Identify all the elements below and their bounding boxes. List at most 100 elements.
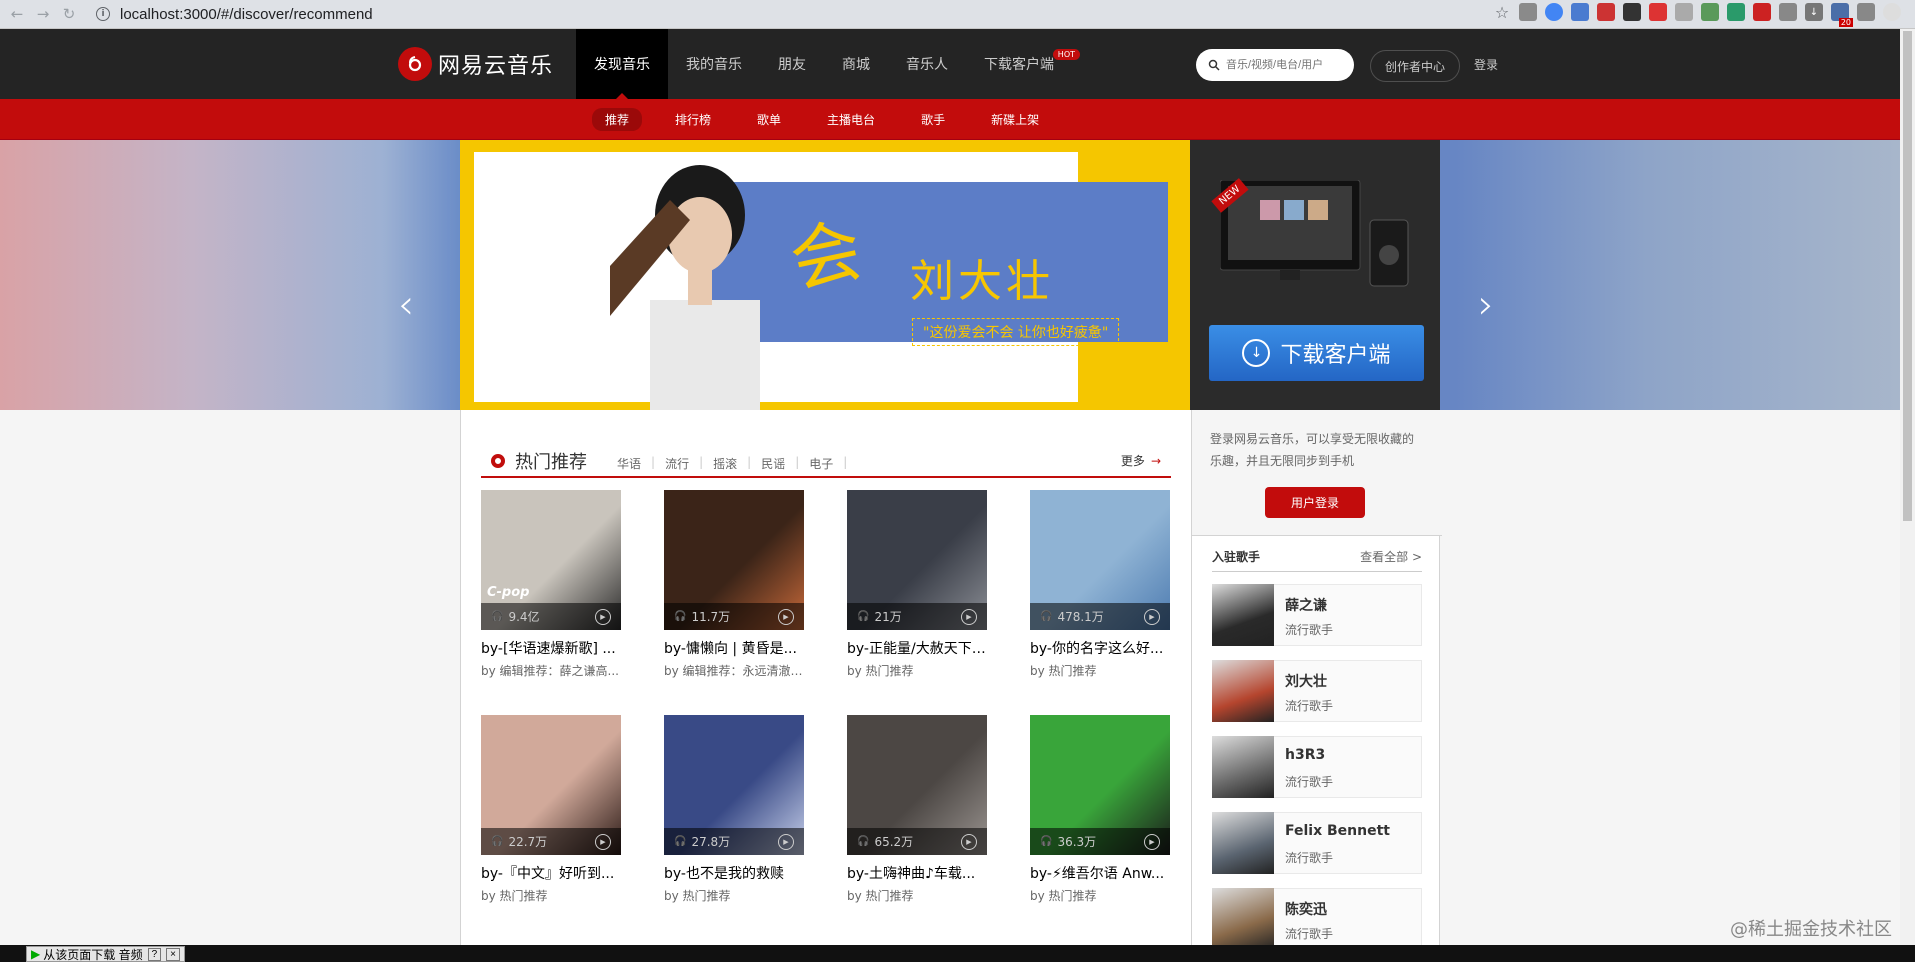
view-all-singers-link[interactable]: 查看全部 > [1360, 548, 1422, 565]
playlist-cover[interactable]: 🎧 36.3万 ▶ [1030, 715, 1170, 855]
banner-image[interactable]: 会 刘大壮 "这份爱会不会 让你也好疲惫" [460, 140, 1190, 410]
scrollbar[interactable] [1900, 29, 1915, 962]
subnav-playlist[interactable]: 歌单 [744, 108, 794, 131]
help-icon[interactable]: ? [147, 947, 162, 961]
banner-prev-arrow-icon[interactable]: ‹ [398, 285, 414, 325]
playlist-card[interactable]: 🎧 478.1万 ▶ by-你的名字这么好... by 热门推荐 [1030, 490, 1170, 679]
playlist-title[interactable]: by-土嗨神曲♪车载... [847, 863, 987, 883]
playlist-title[interactable]: by-慵懒向 | 黄昏是... [664, 638, 804, 658]
download-icon[interactable]: ↓ [1805, 3, 1823, 21]
extension-icon[interactable] [1519, 3, 1537, 21]
more-link[interactable]: 更多 → [1121, 452, 1161, 469]
extension-icon[interactable] [1779, 3, 1797, 21]
address-bar[interactable]: localhost:3000/#/discover/recommend [120, 6, 373, 23]
extension-icon[interactable] [1623, 3, 1641, 21]
avatar[interactable] [1883, 3, 1901, 21]
tag-chinese[interactable]: 华语 [607, 455, 651, 472]
playlist-cover[interactable]: 🎧 27.8万 ▶ [664, 715, 804, 855]
search-input[interactable] [1226, 59, 1346, 71]
site-info-icon[interactable]: i [96, 7, 110, 21]
playlist-cover[interactable]: 🎧 22.7万 ▶ [481, 715, 621, 855]
scroll-thumb[interactable] [1903, 31, 1912, 521]
extension-icon[interactable] [1545, 3, 1563, 21]
nav-friends[interactable]: 朋友 [760, 29, 824, 99]
banner-next-arrow-icon[interactable]: › [1478, 285, 1494, 325]
play-icon[interactable]: ▶ [1144, 609, 1160, 625]
playlist-title[interactable]: by-你的名字这么好... [1030, 638, 1170, 658]
playlist-card[interactable]: 🎧 36.3万 ▶ by-⚡维吾尔语 Anw... by 热门推荐 [1030, 715, 1170, 904]
play-icon[interactable]: ▶ [595, 609, 611, 625]
back-icon[interactable]: ← [6, 3, 28, 25]
playlist-card[interactable]: 🎧 11.7万 ▶ by-慵懒向 | 黄昏是... by 编辑推荐：永远清澈 ... [664, 490, 804, 679]
playlist-author[interactable]: by 热门推荐 [847, 662, 987, 679]
subnav-album[interactable]: 新碟上架 [978, 108, 1052, 131]
user-login-button[interactable]: 用户登录 [1265, 487, 1365, 518]
singer-item[interactable]: h3R3 流行歌手 [1212, 736, 1422, 798]
playlist-card[interactable]: 🎧 22.7万 ▶ by-『中文』好听到... by 热门推荐 [481, 715, 621, 904]
download-tool-bar[interactable]: ▶ 从该页面下载 音频 ? × [26, 946, 185, 962]
extension-icon[interactable] [1597, 3, 1615, 21]
extension-icon[interactable]: 20 [1831, 3, 1853, 27]
play-icon[interactable]: ▶ [595, 834, 611, 850]
download-client-button[interactable]: ↓ 下载客户端 [1209, 325, 1424, 381]
play-icon[interactable]: ▶ [961, 834, 977, 850]
playlist-cover[interactable]: C-pop 🎧 9.4亿 ▶ [481, 490, 621, 630]
playlist-title[interactable]: by-也不是我的救赎 [664, 863, 804, 883]
nav-mall[interactable]: 商城 [824, 29, 888, 99]
tag-pop[interactable]: 流行 [655, 455, 699, 472]
extension-icon[interactable] [1675, 3, 1693, 21]
subnav-recommend[interactable]: 推荐 [592, 108, 643, 131]
nav-discover[interactable]: 发现音乐 [576, 29, 668, 99]
playlist-title[interactable]: by-『中文』好听到... [481, 863, 621, 883]
play-icon[interactable]: ▶ [1144, 834, 1160, 850]
subnav-djradio[interactable]: 主播电台 [814, 108, 888, 131]
playlist-card[interactable]: C-pop 🎧 9.4亿 ▶ by-[华语速爆新歌] ... by 编辑推荐：薛之谦高..… [481, 490, 621, 679]
tag-electronic[interactable]: 电子 [799, 455, 843, 472]
playlist-card[interactable]: 🎧 21万 ▶ by-正能量/大赦天下/... by 热门推荐 [847, 490, 987, 679]
singer-item[interactable]: 陈奕迅 流行歌手 [1212, 888, 1422, 950]
extension-icon[interactable] [1753, 3, 1771, 21]
playlist-author[interactable]: by 编辑推荐：永远清澈 ... [664, 662, 804, 679]
reload-icon[interactable]: ↻ [58, 3, 80, 25]
playlist-author[interactable]: by 热门推荐 [481, 887, 621, 904]
tag-rock[interactable]: 摇滚 [703, 455, 747, 472]
logo[interactable]: 网易云音乐 [398, 47, 553, 81]
singer-item[interactable]: Felix Bennett 流行歌手 [1212, 812, 1422, 874]
playlist-title[interactable]: by-[华语速爆新歌] ... [481, 638, 621, 658]
playlist-author[interactable]: by 编辑推荐：薛之谦高... [481, 662, 621, 679]
playlist-author[interactable]: by 热门推荐 [1030, 662, 1170, 679]
hot-recommend-title[interactable]: 热门推荐 [515, 448, 587, 474]
subnav-artist[interactable]: 歌手 [908, 108, 958, 131]
search-box[interactable] [1196, 49, 1354, 81]
subnav-toplist[interactable]: 排行榜 [662, 108, 724, 131]
nav-musician[interactable]: 音乐人 [888, 29, 966, 99]
playlist-title[interactable]: by-正能量/大赦天下/... [847, 638, 987, 658]
playlist-author[interactable]: by 热门推荐 [847, 887, 987, 904]
extension-icon[interactable] [1649, 3, 1667, 21]
extension-icon[interactable] [1727, 3, 1745, 21]
bookmark-star-icon[interactable]: ☆ [1493, 3, 1511, 22]
singer-item[interactable]: 刘大壮 流行歌手 [1212, 660, 1422, 722]
playlist-cover[interactable]: 🎧 478.1万 ▶ [1030, 490, 1170, 630]
play-icon[interactable]: ▶ [961, 609, 977, 625]
playlist-card[interactable]: 🎧 65.2万 ▶ by-土嗨神曲♪车载... by 热门推荐 [847, 715, 987, 904]
nav-my-music[interactable]: 我的音乐 [668, 29, 760, 99]
playlist-card[interactable]: 🎧 27.8万 ▶ by-也不是我的救赎 by 热门推荐 [664, 715, 804, 904]
forward-icon[interactable]: → [32, 3, 54, 25]
play-icon[interactable]: ▶ [778, 834, 794, 850]
playlist-cover[interactable]: 🎧 65.2万 ▶ [847, 715, 987, 855]
playlist-cover[interactable]: 🎧 11.7万 ▶ [664, 490, 804, 630]
extension-icon[interactable] [1571, 3, 1589, 21]
extension-icon[interactable] [1701, 3, 1719, 21]
creator-center-button[interactable]: 创作者中心 [1370, 50, 1460, 82]
puzzle-icon[interactable] [1857, 3, 1875, 21]
playlist-author[interactable]: by 热门推荐 [664, 887, 804, 904]
play-icon[interactable]: ▶ [778, 609, 794, 625]
playlist-title[interactable]: by-⚡维吾尔语 Anw... [1030, 863, 1170, 883]
login-link[interactable]: 登录 [1474, 56, 1498, 73]
playlist-author[interactable]: by 热门推荐 [1030, 887, 1170, 904]
tag-folk[interactable]: 民谣 [751, 455, 795, 472]
close-icon[interactable]: × [166, 947, 180, 961]
singer-item[interactable]: 薛之谦 流行歌手 [1212, 584, 1422, 646]
playlist-cover[interactable]: 🎧 21万 ▶ [847, 490, 987, 630]
